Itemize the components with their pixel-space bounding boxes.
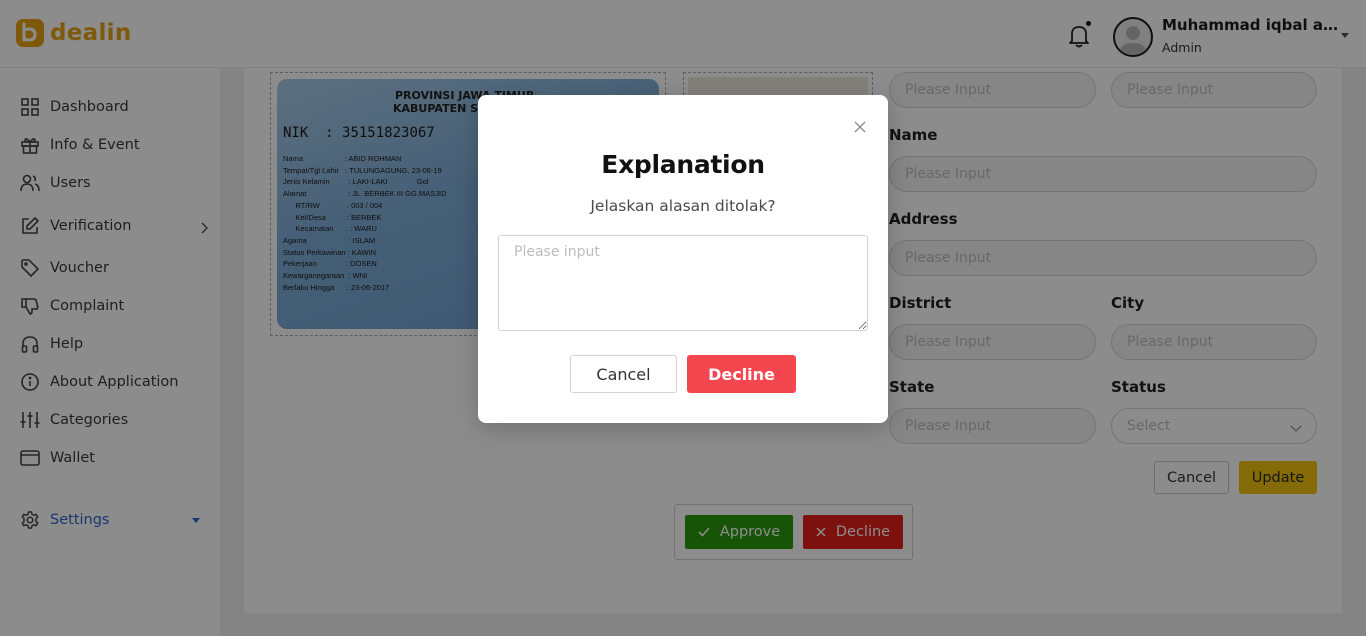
modal-cancel-button[interactable]: Cancel <box>570 355 677 393</box>
modal-subtitle: Jelaskan alasan ditolak? <box>590 197 776 215</box>
explanation-modal: Explanation Jelaskan alasan ditolak? Can… <box>478 95 888 423</box>
close-icon[interactable] <box>853 119 867 133</box>
reason-textarea[interactable] <box>498 235 868 331</box>
modal-title: Explanation <box>601 150 765 179</box>
modal-decline-button[interactable]: Decline <box>687 355 796 393</box>
